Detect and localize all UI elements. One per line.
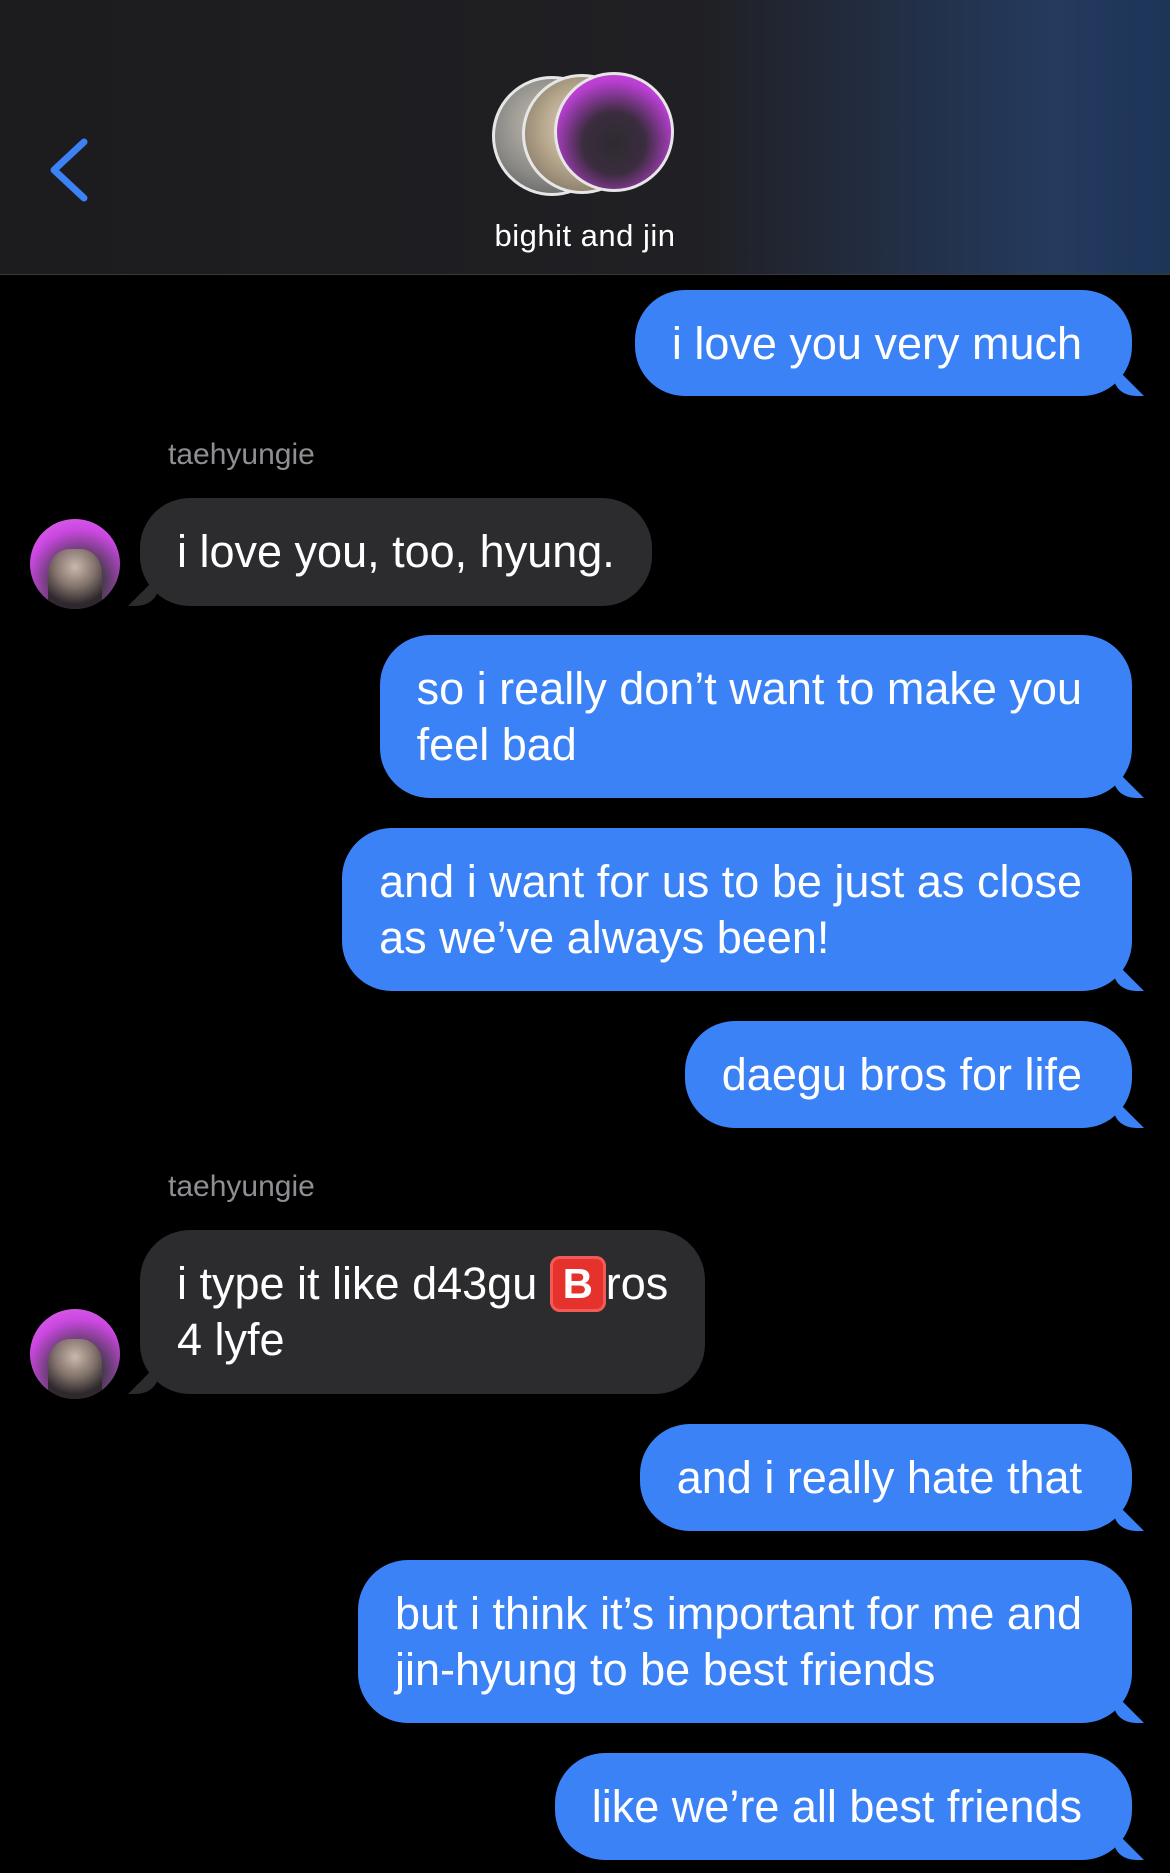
outgoing-message-bubble[interactable]: daegu bros for life: [684, 1021, 1132, 1128]
sender-name: taehyungie: [168, 1170, 315, 1203]
sender-avatar[interactable]: [30, 519, 120, 609]
sender-name: taehyungie: [168, 438, 315, 471]
group-member-avatar: [554, 72, 674, 192]
outgoing-message-bubble[interactable]: and i really hate that: [639, 1424, 1132, 1531]
chevron-left-icon: [50, 138, 88, 202]
outgoing-message-bubble[interactable]: but i think it’s important for me and ji…: [358, 1560, 1132, 1723]
outgoing-message-bubble[interactable]: like we’re all best friends: [554, 1753, 1132, 1860]
group-name[interactable]: bighit and jin: [0, 218, 1170, 254]
incoming-message-bubble[interactable]: i type it like d43gu Bros 4 lyfe: [140, 1230, 706, 1394]
message-text: i type it like d43gu: [177, 1258, 550, 1309]
conversation-header: bighit and jin: [0, 0, 1170, 275]
incoming-message-bubble[interactable]: i love you, too, hyung.: [140, 498, 652, 606]
sender-avatar[interactable]: [30, 1309, 120, 1399]
b-button-emoji-icon: B: [549, 1256, 606, 1312]
group-avatar-stack[interactable]: [492, 72, 678, 198]
outgoing-message-bubble[interactable]: and i want for us to be just as close as…: [342, 828, 1132, 991]
outgoing-message-bubble[interactable]: i love you very much: [634, 290, 1132, 396]
back-button[interactable]: [40, 130, 100, 210]
outgoing-message-bubble[interactable]: so i really don’t want to make you feel …: [379, 635, 1132, 798]
